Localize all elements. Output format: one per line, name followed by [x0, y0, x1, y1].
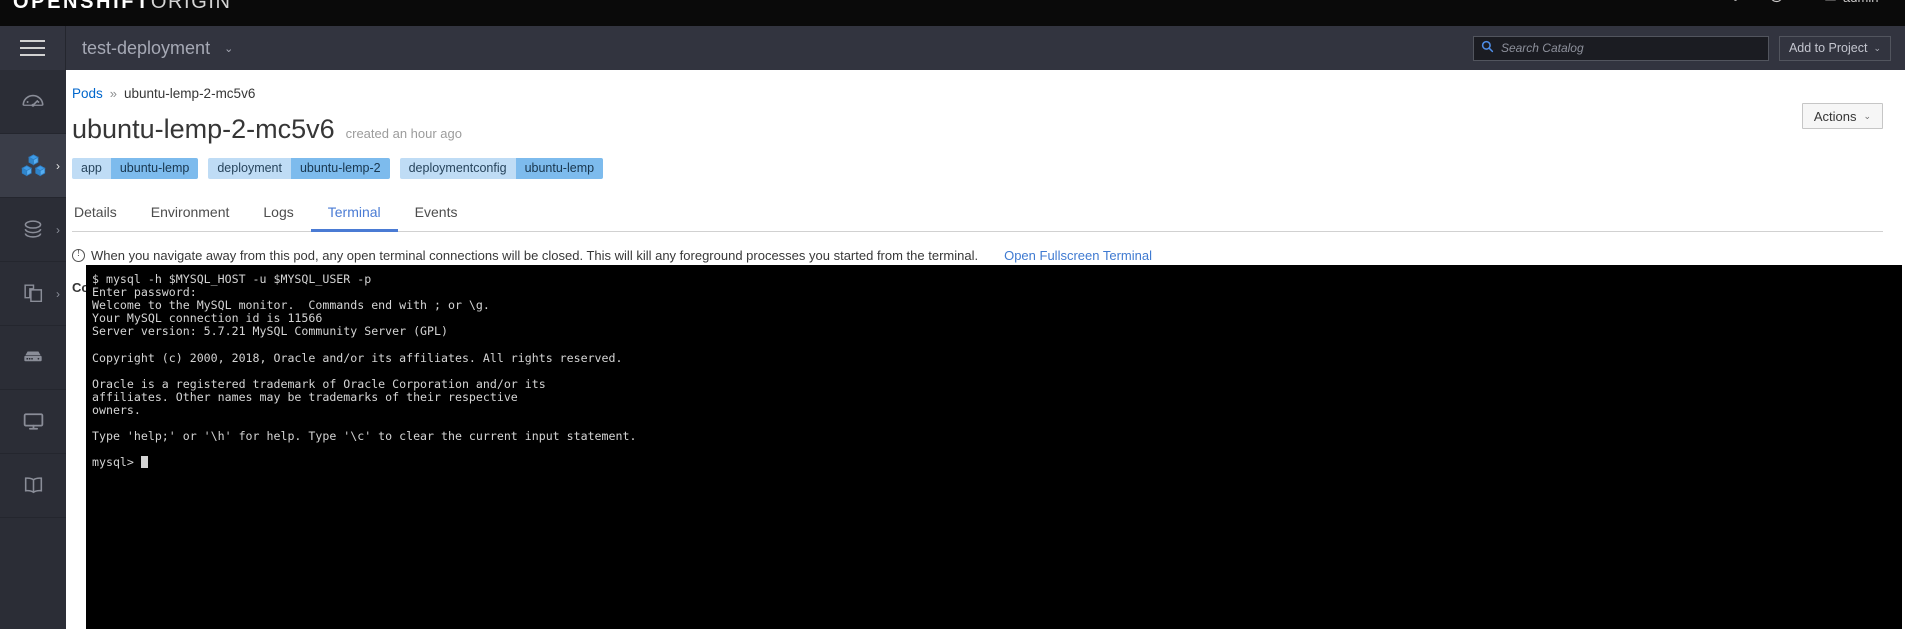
- breadcrumb: Pods » ubuntu-lemp-2-mc5v6: [72, 86, 1905, 101]
- bell-icon: [1728, 0, 1743, 6]
- label-badge[interactable]: deploymentconfig ubuntu-lemp: [399, 157, 604, 179]
- project-selector-label[interactable]: test-deployment: [82, 38, 210, 59]
- tab-details[interactable]: Details: [72, 197, 134, 232]
- chevron-right-icon: ›: [56, 158, 60, 173]
- chevron-down-icon[interactable]: ⌄: [224, 42, 233, 55]
- user-icon: [1823, 0, 1838, 6]
- user-caret-icon: ⌄: [1883, 0, 1891, 3]
- info-circle-icon: !: [72, 248, 85, 262]
- question-circle-icon: [1769, 0, 1784, 6]
- sidebar-item-resources[interactable]: ›: [0, 262, 66, 326]
- notifications-button[interactable]: [1728, 0, 1743, 6]
- search-input[interactable]: [1500, 41, 1761, 55]
- chevron-down-icon: ⌄: [1873, 42, 1881, 53]
- help-caret-icon: ⌄: [1789, 0, 1797, 3]
- left-navigation: › › ›: [0, 70, 66, 629]
- layers-builds-icon: [20, 217, 46, 243]
- sidebar-item-storage[interactable]: [0, 326, 66, 390]
- chevron-right-icon: ›: [56, 222, 60, 237]
- monitoring-screen-icon: [21, 409, 46, 434]
- breadcrumb-link-pods[interactable]: Pods: [72, 86, 103, 101]
- search-catalog-box[interactable]: [1472, 35, 1769, 61]
- storage-server-icon: [20, 345, 46, 371]
- tab-bar: Details Environment Logs Terminal Events: [72, 197, 1883, 232]
- add-to-project-label: Add to Project: [1788, 41, 1868, 55]
- user-name-label: admin: [1843, 0, 1878, 5]
- terminal-text: $ mysql -h $MYSQL_HOST -u $MYSQL_USER -p…: [92, 272, 637, 470]
- label-value: ubuntu-lemp: [515, 157, 604, 179]
- breadcrumb-current: ubuntu-lemp-2-mc5v6: [124, 86, 256, 101]
- context-bar-right: Add to Project ⌄: [1472, 35, 1891, 61]
- context-bar: test-deployment ⌄ Add to Project ⌄: [0, 26, 1905, 70]
- sidebar-item-applications[interactable]: ›: [0, 134, 66, 198]
- search-icon: [1481, 40, 1494, 56]
- user-menu[interactable]: admin ⌄: [1823, 0, 1891, 6]
- page-header: ubuntu-lemp-2-mc5v6 created an hour ago: [72, 114, 1905, 145]
- masthead: OPENSHIFTORIGIN ⌄ admin ⌄: [0, 0, 1905, 26]
- catalog-book-icon: [21, 473, 46, 498]
- sidebar-item-dashboard[interactable]: [0, 70, 66, 134]
- masthead-actions: ⌄ admin ⌄: [1728, 0, 1891, 6]
- label-badge[interactable]: app ubuntu-lemp: [72, 157, 199, 179]
- label-key: app: [72, 157, 111, 179]
- terminal-output: $ mysql -h $MYSQL_HOST -u $MYSQL_USER -p…: [92, 272, 1902, 470]
- tab-environment[interactable]: Environment: [134, 197, 247, 232]
- tab-terminal[interactable]: Terminal: [310, 197, 398, 232]
- label-badge[interactable]: deployment ubuntu-lemp-2: [208, 157, 390, 179]
- dashboard-gauge-icon: [20, 89, 46, 115]
- sidebar-item-builds[interactable]: ›: [0, 198, 66, 262]
- chevron-right-icon: ›: [56, 286, 60, 301]
- label-value: ubuntu-lemp: [110, 157, 199, 179]
- sidebar-item-monitoring[interactable]: [0, 390, 66, 454]
- copy-resources-icon: [21, 281, 46, 306]
- tab-events[interactable]: Events: [398, 197, 475, 232]
- main-content: Pods » ubuntu-lemp-2-mc5v6 ubuntu-lemp-2…: [66, 70, 1905, 629]
- open-fullscreen-terminal-link[interactable]: Open Fullscreen Terminal: [1004, 248, 1152, 263]
- created-timestamp: created an hour ago: [345, 126, 462, 141]
- chevron-down-icon: ⌄: [1863, 110, 1871, 121]
- terminal-panel[interactable]: $ mysql -h $MYSQL_HOST -u $MYSQL_USER -p…: [86, 265, 1902, 629]
- actions-button-label: Actions: [1813, 108, 1857, 124]
- actions-button[interactable]: Actions ⌄: [1801, 103, 1883, 129]
- terminal-notice: ! When you navigate away from this pod, …: [72, 248, 1905, 263]
- hamburger-icon[interactable]: [0, 26, 66, 70]
- terminal-cursor: [140, 456, 148, 469]
- brand-name-light: ORIGIN: [150, 0, 232, 13]
- label-list: app ubuntu-lemp deployment ubuntu-lemp-2…: [72, 157, 1905, 179]
- brand-name-bold: OPENSHIFT: [13, 0, 151, 13]
- cubes-applications-icon: [20, 152, 47, 179]
- breadcrumb-separator: »: [109, 86, 118, 101]
- help-button[interactable]: ⌄: [1769, 0, 1797, 6]
- sidebar-item-catalog[interactable]: [0, 454, 66, 518]
- tab-logs[interactable]: Logs: [246, 197, 310, 232]
- brand-logo[interactable]: OPENSHIFTORIGIN: [13, 0, 232, 14]
- add-to-project-button[interactable]: Add to Project ⌄: [1778, 35, 1891, 61]
- label-key: deploymentconfig: [399, 157, 516, 179]
- page-title: ubuntu-lemp-2-mc5v6: [72, 114, 335, 144]
- label-value: ubuntu-lemp-2: [290, 157, 390, 179]
- label-key: deployment: [208, 157, 291, 179]
- terminal-notice-text: When you navigate away from this pod, an…: [91, 247, 979, 263]
